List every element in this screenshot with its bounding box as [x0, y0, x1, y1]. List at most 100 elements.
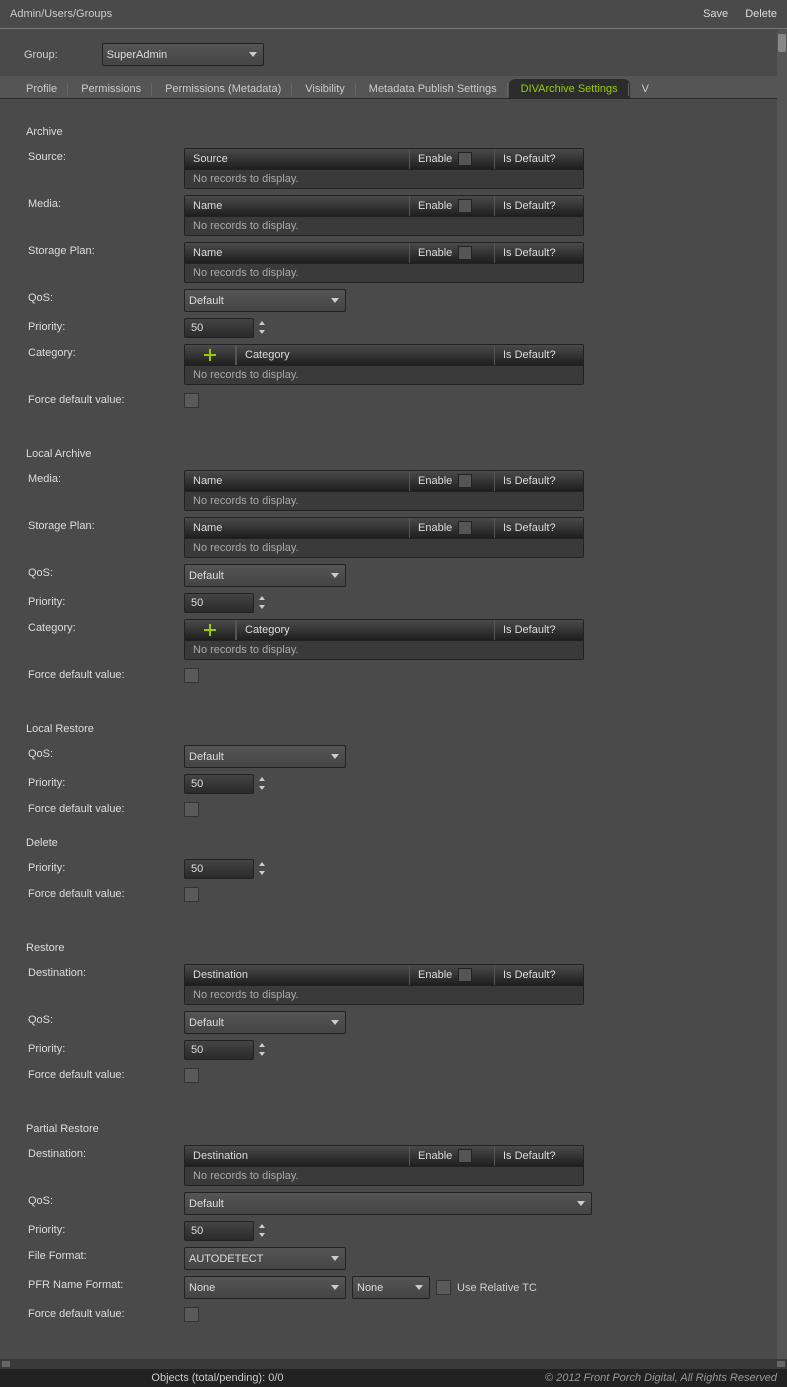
th-enable[interactable]: Enable	[409, 518, 494, 538]
chevron-up-icon[interactable]	[256, 1040, 268, 1049]
chevron-up-icon[interactable]	[256, 318, 268, 327]
th-isdefault[interactable]: Is Default?	[494, 965, 583, 985]
chevron-down-icon[interactable]	[256, 327, 268, 336]
lr-pri-spinner[interactable]	[256, 774, 268, 792]
del-pri-spinner[interactable]	[256, 859, 268, 877]
chevron-up-icon[interactable]	[256, 1221, 268, 1230]
save-button[interactable]: Save	[703, 8, 728, 20]
archive-pri-input[interactable]: 50	[184, 318, 254, 338]
pr-force-label: Force default value:	[28, 1305, 184, 1320]
pr-pri-spinner[interactable]	[256, 1221, 268, 1239]
tab-visibility[interactable]: Visibility	[293, 79, 357, 98]
th-name[interactable]: Name	[185, 518, 409, 538]
res-pri-input[interactable]: 50	[184, 1040, 254, 1060]
chevron-up-icon[interactable]	[256, 593, 268, 602]
th-isdefault[interactable]: Is Default?	[494, 243, 583, 263]
th-isdefault[interactable]: Is Default?	[494, 518, 583, 538]
lr-qos-select[interactable]: Default	[184, 745, 346, 768]
no-records: No records to display.	[185, 217, 583, 235]
checkbox-icon[interactable]	[458, 968, 472, 982]
checkbox-icon[interactable]	[458, 152, 472, 166]
th-source[interactable]: Source	[185, 149, 409, 169]
tab-overflow[interactable]: V	[630, 79, 661, 98]
pr-ff-label: File Format:	[28, 1247, 184, 1262]
archive-force-checkbox[interactable]	[184, 393, 199, 408]
pr-ff-select[interactable]: AUTODETECT	[184, 1247, 346, 1270]
add-button[interactable]	[185, 345, 236, 365]
th-enable[interactable]: Enable	[409, 471, 494, 491]
th-enable[interactable]: Enable	[409, 196, 494, 216]
chevron-up-icon[interactable]	[256, 774, 268, 783]
chevron-down-icon[interactable]	[256, 1049, 268, 1058]
th-enable[interactable]: Enable	[409, 243, 494, 263]
la-pri-spinner[interactable]	[256, 593, 268, 611]
th-category[interactable]: Category	[236, 345, 494, 365]
vertical-scrollbar[interactable]	[777, 30, 787, 1359]
th-destination[interactable]: Destination	[185, 1146, 409, 1166]
plus-icon	[203, 623, 217, 637]
th-isdefault[interactable]: Is Default?	[494, 149, 583, 169]
th-enable[interactable]: Enable	[409, 149, 494, 169]
th-isdefault[interactable]: Is Default?	[494, 620, 583, 640]
pr-pfr2-select[interactable]: None	[352, 1276, 430, 1299]
th-name[interactable]: Name	[185, 243, 409, 263]
pr-force-checkbox[interactable]	[184, 1307, 199, 1322]
tab-divarchive[interactable]: DIVArchive Settings	[509, 79, 630, 98]
del-pri-input[interactable]: 50	[184, 859, 254, 879]
th-isdefault[interactable]: Is Default?	[494, 196, 583, 216]
chevron-down-icon[interactable]	[256, 1230, 268, 1239]
la-force-checkbox[interactable]	[184, 668, 199, 683]
no-records: No records to display.	[185, 170, 583, 188]
res-force-label: Force default value:	[28, 1066, 184, 1081]
th-enable[interactable]: Enable	[409, 965, 494, 985]
archive-qos-select[interactable]: Default	[184, 289, 346, 312]
archive-pri-spinner[interactable]	[256, 318, 268, 336]
la-pri-input[interactable]: 50	[184, 593, 254, 613]
archive-sp-table: NameEnableIs Default? No records to disp…	[184, 242, 584, 283]
section-restore: Restore	[26, 942, 777, 954]
chevron-down-icon[interactable]	[256, 602, 268, 611]
res-qos-select[interactable]: Default	[184, 1011, 346, 1034]
tab-permissions-metadata[interactable]: Permissions (Metadata)	[153, 79, 293, 98]
horizontal-scrollbar[interactable]	[0, 1359, 787, 1369]
archive-sp-label: Storage Plan:	[28, 242, 184, 257]
th-isdefault[interactable]: Is Default?	[494, 345, 583, 365]
chevron-down-icon[interactable]	[256, 868, 268, 877]
no-records: No records to display.	[185, 492, 583, 510]
res-dest-table: DestinationEnableIs Default? No records …	[184, 964, 584, 1005]
th-isdefault[interactable]: Is Default?	[494, 1146, 583, 1166]
checkbox-icon[interactable]	[458, 1149, 472, 1163]
checkbox-icon[interactable]	[458, 199, 472, 213]
section-local-archive: Local Archive	[26, 448, 777, 460]
checkbox-icon[interactable]	[458, 246, 472, 260]
pr-pfr1-select[interactable]: None	[184, 1276, 346, 1299]
group-select[interactable]: SuperAdmin	[102, 43, 264, 66]
pr-reltc-checkbox[interactable]	[436, 1280, 451, 1295]
delete-button[interactable]: Delete	[745, 8, 777, 20]
tab-profile[interactable]: Profile	[14, 79, 69, 98]
tab-metadata-publish[interactable]: Metadata Publish Settings	[357, 79, 509, 98]
pr-qos-select[interactable]: Default	[184, 1192, 592, 1215]
lr-force-checkbox[interactable]	[184, 802, 199, 817]
checkbox-icon[interactable]	[458, 474, 472, 488]
th-enable[interactable]: Enable	[409, 1146, 494, 1166]
chevron-down-icon[interactable]	[256, 783, 268, 792]
la-qos-select[interactable]: Default	[184, 564, 346, 587]
th-isdefault[interactable]: Is Default?	[494, 471, 583, 491]
copyright: © 2012 Front Porch Digital, All Rights R…	[545, 1372, 777, 1384]
tab-permissions[interactable]: Permissions	[69, 79, 153, 98]
th-category[interactable]: Category	[236, 620, 494, 640]
res-force-checkbox[interactable]	[184, 1068, 199, 1083]
scrollbar-thumb[interactable]	[778, 34, 786, 52]
del-force-checkbox[interactable]	[184, 887, 199, 902]
checkbox-icon[interactable]	[458, 521, 472, 535]
th-destination[interactable]: Destination	[185, 965, 409, 985]
add-button[interactable]	[185, 620, 236, 640]
th-name[interactable]: Name	[185, 471, 409, 491]
res-pri-spinner[interactable]	[256, 1040, 268, 1058]
lr-pri-input[interactable]: 50	[184, 774, 254, 794]
pr-pri-input[interactable]: 50	[184, 1221, 254, 1241]
no-records: No records to display.	[185, 539, 583, 557]
chevron-up-icon[interactable]	[256, 859, 268, 868]
th-name[interactable]: Name	[185, 196, 409, 216]
